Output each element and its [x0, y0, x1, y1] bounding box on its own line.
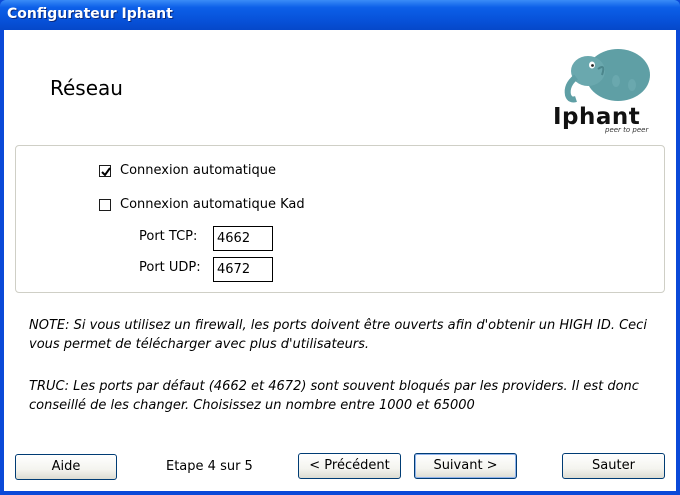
auto-connect-checkbox[interactable]: [99, 164, 111, 177]
ports-tip: TRUC: Les ports par défaut (4662 et 4672…: [29, 379, 639, 413]
port-tcp-input[interactable]: 4662: [213, 226, 273, 251]
page-title: Réseau: [50, 76, 123, 100]
firewall-note: NOTE: Si vous utilisez un firewall, les …: [29, 318, 647, 352]
port-udp-label: Port UDP:: [139, 260, 201, 275]
window-title: Configurateur Iphant: [7, 6, 173, 22]
configurator-window: Configurateur Iphant Réseau Iphant peer …: [0, 0, 680, 495]
port-tcp-label: Port TCP:: [139, 229, 198, 244]
step-indicator: Etape 4 sur 5: [166, 459, 253, 474]
checkmark-icon: [101, 166, 111, 177]
wizard-page: Réseau Iphant peer to peer Connexion aut…: [4, 30, 676, 491]
auto-connect-kad-checkbox[interactable]: [99, 198, 111, 211]
auto-connect-label: Connexion automatique: [120, 163, 276, 178]
help-button[interactable]: Aide: [15, 454, 117, 480]
previous-button[interactable]: < Précédent: [298, 453, 401, 479]
title-bar[interactable]: Configurateur Iphant: [0, 0, 680, 30]
auto-connect-kad-label: Connexion automatique Kad: [120, 197, 305, 212]
logo-tagline: peer to peer: [605, 126, 649, 134]
auto-connect-checkbox-row[interactable]: Connexion automatique: [99, 163, 276, 178]
next-button[interactable]: Suivant >: [414, 453, 517, 479]
skip-button[interactable]: Sauter: [562, 453, 665, 479]
auto-connect-kad-checkbox-row[interactable]: Connexion automatique Kad: [99, 197, 305, 212]
port-udp-input[interactable]: 4672: [213, 257, 273, 282]
